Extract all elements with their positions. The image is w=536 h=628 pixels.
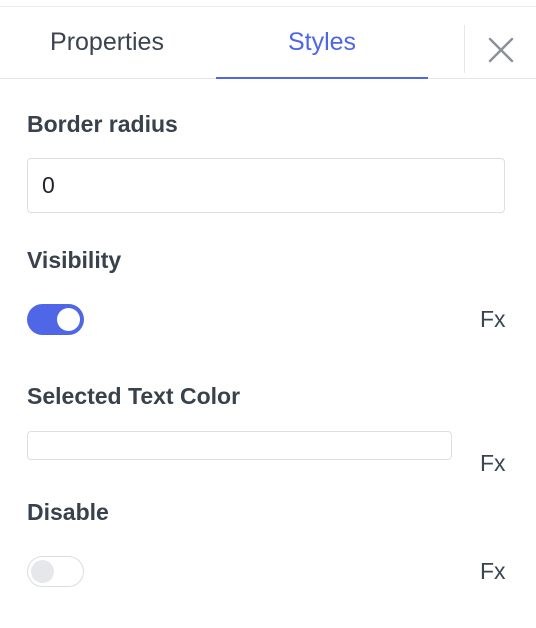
border-radius-input[interactable]: 0 (27, 158, 505, 213)
close-icon (488, 37, 513, 62)
visibility-toggle[interactable] (27, 304, 84, 335)
selected-text-color-fx-button[interactable]: Fx (480, 450, 506, 477)
tab-styles[interactable]: Styles (216, 7, 428, 78)
disable-toggle[interactable] (27, 556, 84, 587)
disable-label: Disable (27, 499, 109, 525)
tab-styles-label: Styles (287, 28, 357, 56)
selected-text-color-label: Selected Text Color (27, 383, 241, 409)
visibility-label: Visibility (27, 247, 122, 273)
disable-fx-button[interactable]: Fx (480, 558, 506, 585)
selected-text-color-input[interactable] (27, 431, 452, 460)
active-tab-indicator (216, 77, 428, 79)
close-button[interactable] (465, 14, 536, 85)
border-radius-label: Border radius (27, 111, 178, 137)
tab-bar: Properties Styles (0, 7, 536, 79)
visibility-toggle-knob (57, 308, 80, 331)
border-radius-value: 0 (42, 172, 55, 198)
visibility-fx-button[interactable]: Fx (480, 306, 506, 333)
tab-properties[interactable]: Properties (0, 7, 214, 78)
disable-toggle-knob (31, 560, 54, 583)
tab-properties-label: Properties (50, 28, 164, 56)
